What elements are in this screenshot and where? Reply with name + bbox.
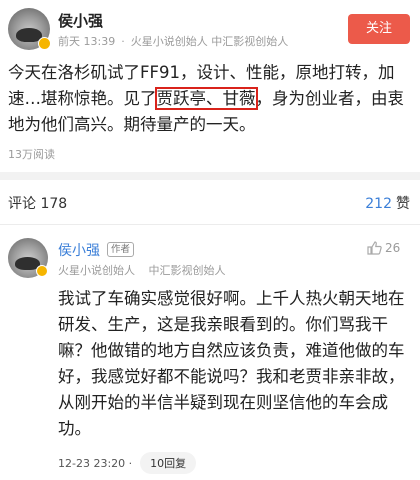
comment-time: 12-23 23:20 · (58, 456, 133, 470)
comment-like-button[interactable]: 26 (366, 240, 400, 256)
comment-count[interactable]: 评论 178 (8, 193, 67, 213)
author-meta: 前天 13:39 · 火星小说创始人 中汇影视创始人 (58, 33, 288, 49)
verified-badge-icon (38, 37, 51, 50)
post-time: 前天 13:39 (58, 35, 116, 48)
comment-author-name[interactable]: 侯小强 (58, 240, 100, 260)
comment-bar: 评论 178 212 赞 (0, 180, 420, 224)
follow-button[interactable]: 关注 (348, 14, 410, 44)
comment-bio-2: 中汇影视创始人 (148, 264, 226, 277)
author-name[interactable]: 侯小强 (58, 10, 103, 31)
post-text-highlight: 贾跃亭、甘薇 (154, 87, 258, 110)
meta-separator: · (121, 35, 125, 48)
comment-footer: 12-23 23:20 · 10回复 (58, 452, 197, 474)
post-like-number: 212 (365, 196, 392, 212)
comment-like-count: 26 (385, 241, 401, 255)
reply-button[interactable]: 10回复 (140, 452, 197, 474)
post-header: 侯小强 前天 13:39 · 火星小说创始人 中汇影视创始人 关注 (0, 0, 420, 58)
post-like-label: 赞 (396, 196, 410, 212)
comment-divider (0, 224, 420, 225)
author-badge: 作者 (107, 242, 135, 257)
thumbs-up-icon (367, 241, 382, 255)
post-text: 今天在洛杉矶试了FF91，设计、性能，原地打转，加速…堪称惊艳。见了贾跃亭、甘薇… (8, 60, 412, 138)
comment-author-meta: 火星小说创始人 中汇影视创始人 (58, 262, 226, 278)
comment-text: 我试了车确实感觉很好啊。上千人热火朝天地在研发、生产，这是我亲眼看到的。你们骂我… (58, 289, 405, 438)
author-bio-2: 中汇影视创始人 (211, 35, 289, 48)
read-count: 13万阅读 (8, 148, 55, 161)
verified-badge-icon (36, 265, 48, 277)
comment-bio-1: 火星小说创始人 (58, 264, 135, 277)
section-divider (0, 172, 420, 180)
meta-separator (140, 264, 144, 277)
author-bio-1: 火星小说创始人 (130, 35, 208, 48)
post-like-count[interactable]: 212 赞 (365, 193, 410, 213)
